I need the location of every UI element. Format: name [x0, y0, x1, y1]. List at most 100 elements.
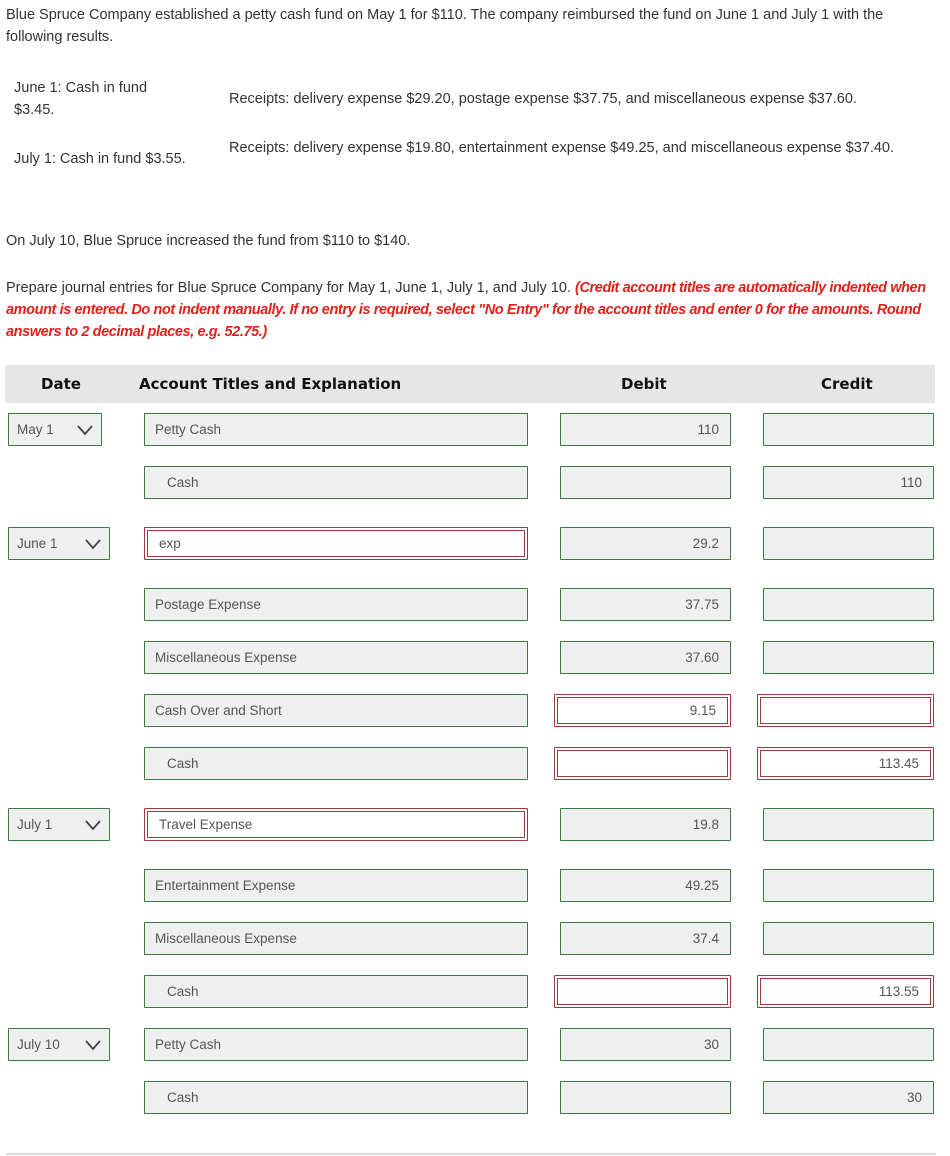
header-account-titles: Account Titles and Explanation — [139, 375, 402, 393]
journal-row: July 10 Petty Cash 30 — [0, 1028, 950, 1061]
credit-value: 30 — [906, 1090, 922, 1105]
journal-row: July 1 Travel Expense 19.8 — [0, 808, 950, 841]
credit-input[interactable]: 113.45 — [757, 747, 934, 780]
credit-input[interactable] — [763, 588, 934, 621]
account-title-input[interactable]: Cash — [144, 747, 528, 780]
account-title-value: Entertainment Expense — [155, 878, 296, 893]
credit-input[interactable] — [763, 922, 934, 955]
account-title-input[interactable]: Cash — [144, 1081, 528, 1114]
account-title-value: Cash — [167, 984, 199, 999]
instructions-text: Prepare journal entries for Blue Spruce … — [6, 280, 576, 296]
account-title-value: Cash Over and Short — [155, 703, 282, 718]
credit-input[interactable] — [763, 527, 934, 560]
chevron-down-icon — [85, 537, 101, 551]
journal-row: Cash 110 — [0, 466, 950, 499]
account-title-value: Miscellaneous Expense — [155, 650, 297, 665]
journal-row: Postage Expense 37.75 — [0, 588, 950, 621]
account-title-input[interactable]: Cash Over and Short — [144, 694, 528, 727]
header-date: Date — [41, 375, 81, 393]
credit-input[interactable] — [763, 869, 934, 902]
debit-input[interactable] — [560, 466, 731, 499]
account-title-input[interactable]: Travel Expense — [144, 808, 528, 841]
debit-input[interactable]: 49.25 — [560, 869, 731, 902]
journal-row: May 1 Petty Cash 110 — [0, 413, 950, 446]
date-select[interactable]: July 1 — [8, 808, 110, 841]
account-title-input[interactable]: Cash — [144, 466, 528, 499]
problem-intro: Blue Spruce Company established a petty … — [6, 7, 884, 45]
debit-input[interactable]: 29.2 — [560, 527, 731, 560]
account-title-input[interactable]: Petty Cash — [144, 413, 528, 446]
journal-row: Miscellaneous Expense 37.60 — [0, 641, 950, 674]
credit-input[interactable]: 110 — [763, 466, 934, 499]
header-debit: Debit — [621, 375, 667, 393]
debit-value: 37.75 — [685, 597, 719, 612]
date-select-value: June 1 — [17, 536, 58, 551]
journal-row: Cash 113.55 — [0, 975, 950, 1008]
account-title-input[interactable]: Entertainment Expense — [144, 869, 528, 902]
result-receipts: Receipts: delivery expense $19.80, enter… — [229, 140, 895, 156]
debit-value: 110 — [697, 422, 719, 437]
debit-input[interactable] — [554, 747, 731, 780]
date-select-value: July 10 — [17, 1037, 60, 1052]
header-credit: Credit — [821, 375, 873, 393]
date-select[interactable]: May 1 — [8, 413, 102, 446]
result-receipts: Receipts: delivery expense $29.20, posta… — [229, 91, 857, 107]
account-title-value: Miscellaneous Expense — [155, 931, 297, 946]
instructions: Prepare journal entries for Blue Spruce … — [6, 277, 936, 343]
account-title-value: Petty Cash — [155, 1037, 222, 1052]
credit-value: 113.45 — [878, 756, 919, 771]
account-title-input[interactable]: Petty Cash — [144, 1028, 528, 1061]
journal-row: June 1 exp 29.2 — [0, 527, 950, 560]
account-title-value: Cash — [167, 1090, 199, 1105]
debit-value: 49.25 — [685, 878, 719, 893]
credit-value: 110 — [900, 475, 922, 490]
account-title-input[interactable]: Miscellaneous Expense — [144, 641, 528, 674]
journal-row: Cash Over and Short 9.15 — [0, 694, 950, 727]
divider — [6, 1153, 936, 1155]
debit-input[interactable] — [560, 1081, 731, 1114]
debit-input[interactable]: 37.60 — [560, 641, 731, 674]
debit-value: 19.8 — [692, 817, 719, 832]
debit-input[interactable]: 110 — [560, 413, 731, 446]
journal-row: Miscellaneous Expense 37.4 — [0, 922, 950, 955]
debit-input[interactable]: 37.4 — [560, 922, 731, 955]
account-title-input[interactable]: Postage Expense — [144, 588, 528, 621]
debit-input[interactable] — [554, 975, 731, 1008]
account-title-input[interactable]: Cash — [144, 975, 528, 1008]
account-title-value: Cash — [167, 475, 199, 490]
credit-input[interactable] — [763, 808, 934, 841]
credit-input[interactable] — [763, 641, 934, 674]
debit-input[interactable]: 19.8 — [560, 808, 731, 841]
result-date: July 1: Cash in fund $3.55. — [14, 151, 186, 167]
credit-value: 113.55 — [878, 984, 919, 999]
debit-input[interactable]: 30 — [560, 1028, 731, 1061]
account-title-value: exp — [159, 536, 181, 551]
journal-row: Cash 113.45 — [0, 747, 950, 780]
account-title-input[interactable]: exp — [144, 527, 528, 560]
credit-input[interactable]: 113.55 — [757, 975, 934, 1008]
debit-input[interactable]: 37.75 — [560, 588, 731, 621]
debit-value: 29.2 — [692, 536, 719, 551]
date-select[interactable]: June 1 — [8, 527, 110, 560]
journal-row: Cash 30 — [0, 1081, 950, 1114]
account-title-value: Postage Expense — [155, 597, 261, 612]
date-select-value: May 1 — [17, 422, 54, 437]
account-title-value: Petty Cash — [155, 422, 222, 437]
account-title-value: Cash — [167, 756, 199, 771]
account-title-input[interactable]: Miscellaneous Expense — [144, 922, 528, 955]
chevron-down-icon — [77, 423, 93, 437]
date-select-value: July 1 — [17, 817, 53, 832]
chevron-down-icon — [85, 818, 101, 832]
credit-input[interactable]: 30 — [763, 1081, 934, 1114]
journal-table-header: Date Account Titles and Explanation Debi… — [5, 365, 935, 403]
credit-input[interactable] — [757, 694, 934, 727]
debit-value: 30 — [703, 1037, 719, 1052]
account-title-value: Travel Expense — [159, 817, 253, 832]
date-select[interactable]: July 10 — [8, 1028, 110, 1061]
debit-input[interactable]: 9.15 — [554, 694, 731, 727]
credit-input[interactable] — [763, 1028, 934, 1061]
chevron-down-icon — [85, 1038, 101, 1052]
credit-input[interactable] — [763, 413, 934, 446]
fund-increase-text: On July 10, Blue Spruce increased the fu… — [6, 233, 411, 249]
journal-row: Entertainment Expense 49.25 — [0, 869, 950, 902]
